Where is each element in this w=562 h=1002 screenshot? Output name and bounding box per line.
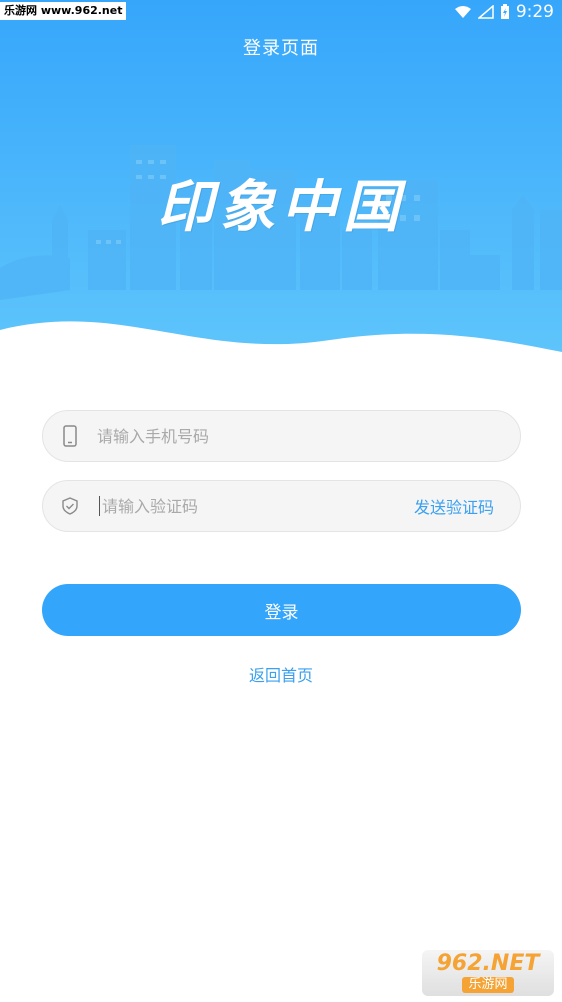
verification-code-input[interactable]	[99, 496, 414, 516]
send-code-button[interactable]: 发送验证码	[414, 494, 520, 518]
watermark-brand: 962.NET	[436, 951, 540, 976]
status-icons: 9:29	[454, 2, 554, 22]
login-button[interactable]: 登录	[42, 584, 521, 636]
signal-icon	[477, 5, 494, 19]
battery-charging-icon	[500, 4, 509, 19]
brand-logo-text: 印象中国	[157, 174, 405, 240]
phone-input[interactable]	[97, 411, 520, 461]
phone-field[interactable]	[42, 410, 521, 462]
wifi-icon	[454, 6, 471, 18]
verification-code-field[interactable]: 发送验证码	[42, 480, 521, 532]
back-home-link[interactable]: 返回首页	[0, 662, 562, 686]
watermark-logo: 962.NET 乐游网	[422, 950, 554, 996]
status-time: 9:29	[515, 2, 554, 22]
header-banner: 乐游网 www.962.net 9:29 登录页面 印象中国	[0, 0, 562, 370]
page-title: 登录页面	[243, 38, 319, 59]
shield-icon	[43, 481, 97, 531]
status-bar: 乐游网 www.962.net 9:29	[0, 0, 562, 24]
watermark-label: 乐游网 www.962.net	[0, 2, 127, 20]
watermark-sub: 乐游网	[462, 977, 514, 993]
phone-icon	[43, 411, 97, 461]
